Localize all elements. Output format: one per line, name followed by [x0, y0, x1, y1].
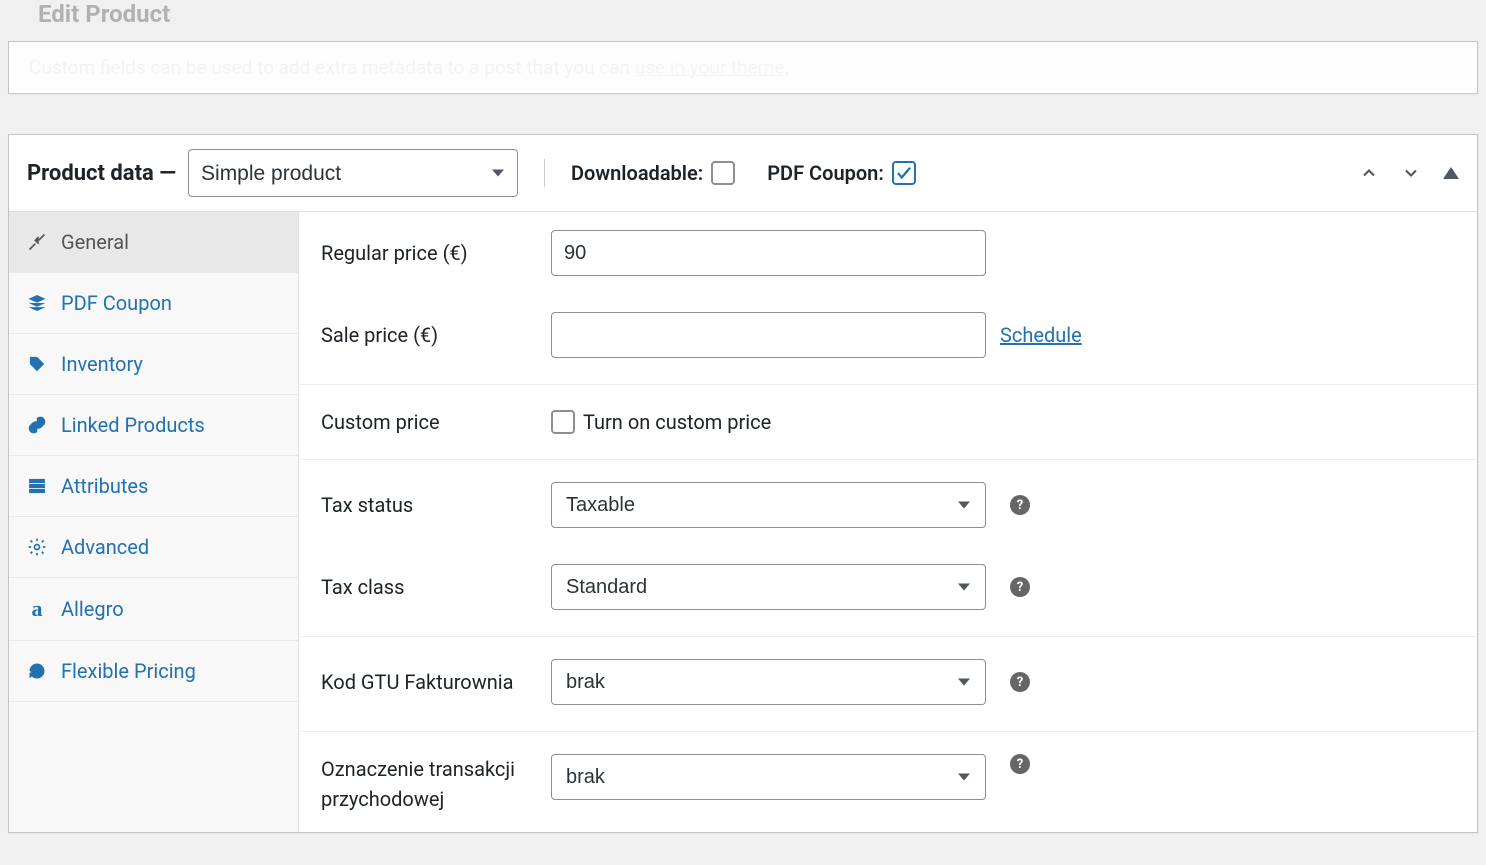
- kod-gtu-label: Kod GTU Fakturownia: [321, 667, 551, 697]
- link-icon: [27, 415, 47, 435]
- tab-flexible-pricing[interactable]: Flexible Pricing: [9, 641, 298, 702]
- collapse-panel-icon[interactable]: [1443, 167, 1459, 179]
- notice-link[interactable]: use in your theme: [635, 56, 785, 79]
- tax-class-help-icon[interactable]: ?: [1010, 577, 1030, 597]
- wrench-icon: [27, 232, 47, 252]
- oznaczenie-label: Oznaczenie transakcji przychodowej: [321, 754, 551, 814]
- tab-general-label: General: [61, 230, 129, 254]
- tax-class-label: Tax class: [321, 572, 551, 602]
- tab-allegro[interactable]: a Allegro: [9, 578, 298, 641]
- refresh-icon: [27, 661, 47, 681]
- kod-gtu-row: Kod GTU Fakturownia brak ?: [299, 637, 1477, 732]
- tab-pdf-coupon-label: PDF Coupon: [61, 291, 172, 315]
- pdf-coupon-label: PDF Coupon:: [767, 161, 884, 185]
- tax-class-row: Tax class Standard ?: [299, 546, 1477, 637]
- tab-inventory[interactable]: Inventory: [9, 334, 298, 395]
- list-icon: [27, 476, 47, 496]
- tab-flexible-pricing-label: Flexible Pricing: [61, 659, 196, 683]
- custom-fields-notice: Custom fields can be used to add extra m…: [8, 41, 1478, 94]
- tab-general[interactable]: General: [9, 212, 298, 273]
- oznaczenie-select[interactable]: brak: [551, 754, 986, 800]
- panel-toggles: [1359, 163, 1459, 183]
- tax-status-row: Tax status Taxable ?: [299, 460, 1477, 546]
- tabs-sidebar: General PDF Coupon Inventory Linked Prod…: [9, 212, 299, 832]
- kod-gtu-help-icon[interactable]: ?: [1010, 672, 1030, 692]
- tab-linked-products[interactable]: Linked Products: [9, 395, 298, 456]
- allegro-icon: a: [27, 596, 47, 622]
- tab-pdf-coupon[interactable]: PDF Coupon: [9, 273, 298, 334]
- regular-price-row: Regular price (€): [299, 212, 1477, 294]
- sale-price-row: Sale price (€) Schedule: [299, 294, 1477, 385]
- gear-icon: [27, 537, 47, 557]
- product-data-title: Product data —: [27, 161, 176, 186]
- notice-text: Custom fields can be used to add extra m…: [29, 56, 630, 79]
- tag-icon: [27, 354, 47, 374]
- tax-status-label: Tax status: [321, 490, 551, 520]
- sale-price-input[interactable]: [551, 312, 986, 358]
- downloadable-option: Downloadable:: [571, 161, 735, 185]
- product-data-header: Product data — Simple product Downloadab…: [9, 135, 1477, 212]
- tab-allegro-label: Allegro: [61, 597, 124, 621]
- pdf-coupon-option: PDF Coupon:: [767, 161, 916, 185]
- tax-status-select[interactable]: Taxable: [551, 482, 986, 528]
- tax-status-help-icon[interactable]: ?: [1010, 495, 1030, 515]
- tab-advanced-label: Advanced: [61, 535, 149, 559]
- sale-price-label: Sale price (€): [321, 320, 551, 350]
- oznaczenie-row: Oznaczenie transakcji przychodowej brak …: [299, 732, 1477, 832]
- tab-attributes[interactable]: Attributes: [9, 456, 298, 517]
- product-type-select[interactable]: Simple product: [188, 149, 518, 197]
- custom-price-row: Custom price Turn on custom price: [299, 385, 1477, 460]
- custom-price-label: Custom price: [321, 407, 551, 437]
- layers-icon: [27, 293, 47, 313]
- downloadable-checkbox[interactable]: [711, 161, 735, 185]
- chevron-down-icon[interactable]: [1401, 163, 1421, 183]
- product-data-body: General PDF Coupon Inventory Linked Prod…: [9, 212, 1477, 832]
- custom-price-checkbox[interactable]: [551, 410, 575, 434]
- regular-price-input[interactable]: [551, 230, 986, 276]
- tab-attributes-label: Attributes: [61, 474, 148, 498]
- page-title: Edit Product: [0, 0, 1486, 33]
- product-data-panel: Product data — Simple product Downloadab…: [8, 134, 1478, 833]
- kod-gtu-select[interactable]: brak: [551, 659, 986, 705]
- custom-price-checkbox-label: Turn on custom price: [583, 410, 771, 434]
- tab-advanced[interactable]: Advanced: [9, 517, 298, 578]
- chevron-up-icon[interactable]: [1359, 163, 1379, 183]
- tab-content-general: Regular price (€) Sale price (€) Schedul…: [299, 212, 1477, 832]
- pdf-coupon-checkbox[interactable]: [892, 161, 916, 185]
- tax-class-select[interactable]: Standard: [551, 564, 986, 610]
- tab-linked-products-label: Linked Products: [61, 413, 205, 437]
- regular-price-label: Regular price (€): [321, 238, 551, 268]
- tab-inventory-label: Inventory: [61, 352, 143, 376]
- schedule-link[interactable]: Schedule: [1000, 323, 1082, 347]
- downloadable-label: Downloadable:: [571, 161, 703, 185]
- oznaczenie-help-icon[interactable]: ?: [1010, 754, 1030, 774]
- header-divider: [544, 159, 545, 187]
